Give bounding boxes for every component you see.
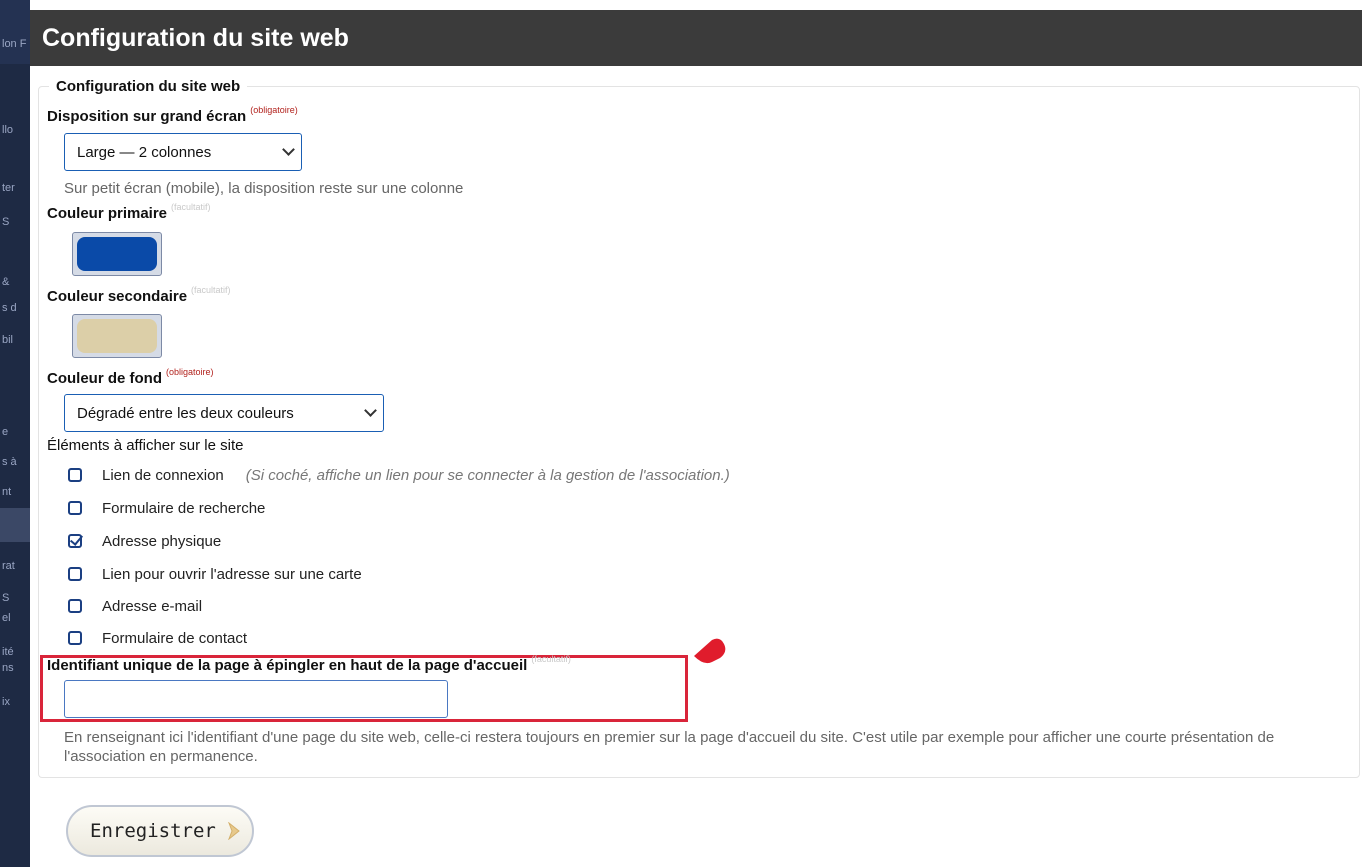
layout-label-text: Disposition sur grand écran xyxy=(47,108,247,125)
page-header: Configuration du site web xyxy=(30,10,1362,66)
save-button[interactable]: Enregistrer xyxy=(66,805,254,857)
pinned-page-input[interactable] xyxy=(64,680,448,718)
pinned-page-help: En renseignant ici l'identifiant d'une p… xyxy=(64,729,1275,765)
required-tag: (obligatoire) xyxy=(250,105,298,115)
layout-label: Disposition sur grand écran (obligatoire) xyxy=(47,105,298,125)
save-button-label: Enregistrer xyxy=(90,820,216,842)
secondary-color-swatch xyxy=(77,319,157,353)
layout-help: Sur petit écran (mobile), la disposition… xyxy=(64,180,464,197)
optional-tag: (facultatif) xyxy=(191,285,231,295)
primary-color-label: Couleur primaire (facultatif) xyxy=(47,202,211,222)
secondary-color-picker[interactable] xyxy=(72,314,162,358)
sidebar-fragment[interactable]: e xyxy=(2,426,8,438)
secondary-color-label-text: Couleur secondaire xyxy=(47,288,188,305)
pinned-page-label-text: Identifiant unique de la page à épingler… xyxy=(47,657,528,674)
primary-color-label-text: Couleur primaire xyxy=(47,205,168,222)
primary-color-picker[interactable] xyxy=(72,232,162,276)
sidebar-fragment[interactable]: el xyxy=(2,612,11,624)
layout-select[interactable]: Large — 2 colonnes xyxy=(64,133,302,171)
sidebar-fragment[interactable]: rat xyxy=(2,560,15,572)
secondary-color-label: Couleur secondaire (facultatif) xyxy=(47,285,231,305)
fieldset-legend: Configuration du site web xyxy=(56,78,241,95)
checkbox-email[interactable]: Adresse e-mail xyxy=(68,594,202,618)
sidebar-fragment[interactable]: ter xyxy=(2,182,15,194)
sidebar-fragment: lon F xyxy=(2,38,27,50)
background-label: Couleur de fond (obligatoire) xyxy=(47,367,214,387)
sidebar-fragment[interactable]: ité xyxy=(2,646,14,658)
pinned-page-label: Identifiant unique de la page à épingler… xyxy=(47,654,571,674)
sidebar-active-item[interactable] xyxy=(0,508,30,542)
checkbox[interactable] xyxy=(68,567,82,581)
sidebar-fragment[interactable]: S xyxy=(2,592,9,604)
checkbox-login-link[interactable]: Lien de connexion (Si coché, affiche un … xyxy=(68,463,730,487)
sidebar-fragment[interactable]: s d xyxy=(2,302,17,314)
checkbox-label: Formulaire de contact xyxy=(102,629,248,647)
chevron-right-icon xyxy=(227,822,240,840)
checkbox-label: Lien pour ouvrir l'adresse sur une carte xyxy=(102,565,362,583)
background-select-value: Dégradé entre les deux couleurs xyxy=(77,404,294,422)
sidebar-fragment[interactable]: bil xyxy=(2,334,13,346)
checkbox-contact-form[interactable]: Formulaire de contact xyxy=(68,626,247,650)
sidebar-fragment[interactable]: nt xyxy=(2,486,11,498)
sidebar-fragment[interactable]: llo xyxy=(2,124,13,136)
optional-tag: (facultatif) xyxy=(531,654,571,664)
elements-label: Éléments à afficher sur le site xyxy=(47,437,244,454)
checkbox-hint: (Si coché, affiche un lien pour se conne… xyxy=(245,466,730,484)
checkbox[interactable] xyxy=(68,599,82,613)
chevron-down-icon xyxy=(364,404,377,417)
checkbox[interactable] xyxy=(68,501,82,515)
sidebar: lon F llo ter S & s d bil e s à nt rat S… xyxy=(0,0,30,867)
checkbox[interactable] xyxy=(68,631,82,645)
sidebar-fragment[interactable]: ns xyxy=(2,662,14,674)
checkbox-physical-address[interactable]: Adresse physique xyxy=(68,529,221,553)
chevron-down-icon xyxy=(282,143,295,156)
page-title: Configuration du site web xyxy=(42,23,349,52)
sidebar-fragment[interactable]: ix xyxy=(2,696,10,708)
checkbox-label: Formulaire de recherche xyxy=(102,499,266,517)
checkbox-label: Adresse physique xyxy=(102,532,222,550)
checkbox-search-form[interactable]: Formulaire de recherche xyxy=(68,496,265,520)
sidebar-logo xyxy=(0,0,30,64)
required-tag: (obligatoire) xyxy=(166,367,214,377)
optional-tag: (facultatif) xyxy=(171,202,211,212)
sidebar-fragment[interactable]: & xyxy=(2,276,9,288)
layout-select-value: Large — 2 colonnes xyxy=(77,143,212,161)
checkbox-label: Lien de connexion xyxy=(102,466,224,484)
checkbox-map-link[interactable]: Lien pour ouvrir l'adresse sur une carte xyxy=(68,562,362,586)
sidebar-fragment[interactable]: s à xyxy=(2,456,17,468)
checkbox-checked[interactable] xyxy=(68,534,82,548)
annotation-arrow-icon xyxy=(694,638,726,664)
checkbox-label: Adresse e-mail xyxy=(102,597,203,615)
checkbox[interactable] xyxy=(68,468,82,482)
sidebar-fragment[interactable]: S xyxy=(2,216,9,228)
primary-color-swatch xyxy=(77,237,157,271)
background-label-text: Couleur de fond xyxy=(47,370,162,387)
background-select[interactable]: Dégradé entre les deux couleurs xyxy=(64,394,384,432)
